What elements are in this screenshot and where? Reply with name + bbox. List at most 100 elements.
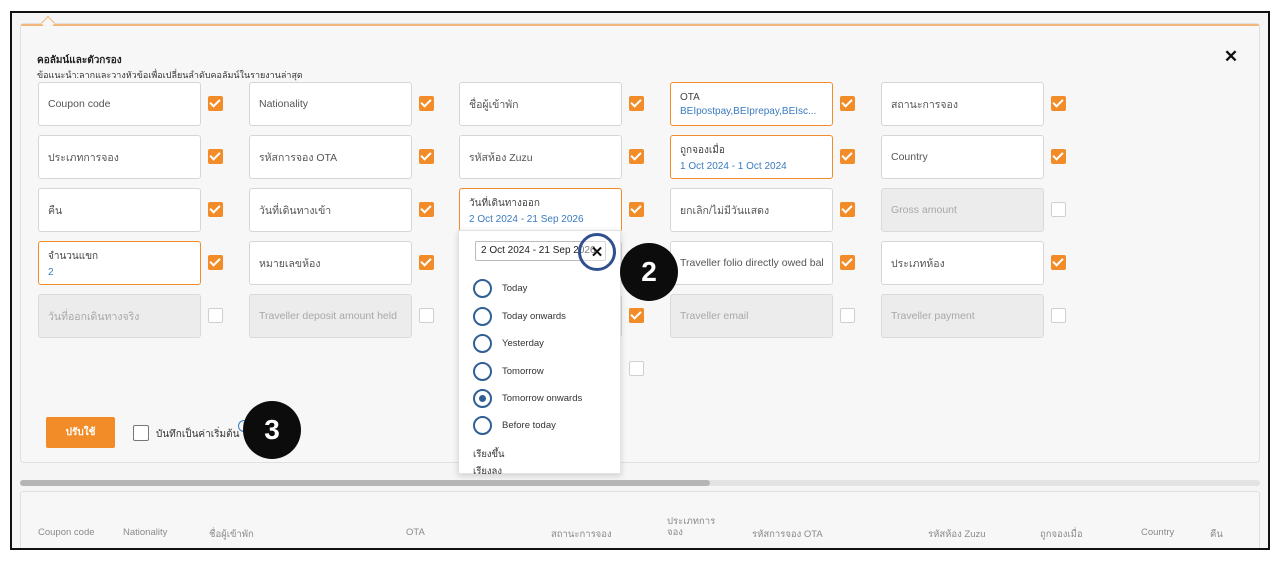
- radio-button[interactable]: [473, 333, 492, 353]
- date-option[interactable]: Today onwards: [473, 306, 566, 326]
- horizontal-scrollbar[interactable]: [20, 480, 1260, 486]
- table-column-header[interactable]: ประเภทการ จอง: [667, 516, 722, 538]
- column-checkbox[interactable]: [840, 96, 855, 111]
- column-field[interactable]: ชื่อผู้เข้าพัก: [459, 82, 622, 126]
- column-field[interactable]: Traveller payment: [881, 294, 1044, 338]
- panel-title: คอลัมน์และตัวกรอง: [37, 55, 122, 66]
- date-filter-dropdown: 2 Oct 2024 - 21 Sep 2026 ✕ Today Today on…: [458, 230, 621, 477]
- column-field-label: Traveller folio directly owed balance: [680, 257, 823, 269]
- column-checkbox[interactable]: [629, 202, 644, 217]
- column-field[interactable]: คืน: [38, 188, 201, 232]
- table-column-header[interactable]: ชื่อผู้เข้าพัก: [209, 527, 254, 542]
- table-column-header[interactable]: OTA: [406, 527, 425, 538]
- column-checkbox[interactable]: [1051, 96, 1066, 111]
- column-field-label: จำนวนแขก: [48, 250, 99, 262]
- radio-button[interactable]: [473, 415, 492, 435]
- column-field[interactable]: สถานะการจอง: [881, 82, 1044, 126]
- radio-button[interactable]: [473, 306, 492, 326]
- column-checkbox[interactable]: [629, 149, 644, 164]
- column-checkbox[interactable]: [208, 149, 223, 164]
- column-field[interactable]: ถูกจองเมื่อ 1 Oct 2024 - 1 Oct 2024: [670, 135, 833, 179]
- clear-icon[interactable]: ✕: [578, 233, 616, 271]
- column-field-label: Traveller deposit amount held: [259, 310, 397, 322]
- panel-accent-bar: [21, 24, 1259, 26]
- column-field-label: OTA: [680, 91, 700, 103]
- column-checkbox[interactable]: [419, 96, 434, 111]
- radio-button[interactable]: [473, 361, 492, 381]
- column-field-label: Nationality: [259, 98, 309, 110]
- date-option-label: Tomorrow onwards: [502, 392, 583, 404]
- table-column-header[interactable]: Country: [1141, 527, 1174, 538]
- column-checkbox[interactable]: [1051, 255, 1066, 270]
- column-field-label: วันที่เดินทางออก: [469, 197, 540, 209]
- column-field-label: Traveller email: [680, 310, 749, 322]
- column-field-label: วันที่ออกเดินทางจริง: [48, 310, 140, 323]
- column-field[interactable]: Traveller email: [670, 294, 833, 338]
- save-default-checkbox[interactable]: [133, 425, 149, 441]
- column-field[interactable]: Nationality: [249, 82, 412, 126]
- date-option[interactable]: Tomorrow onwards: [473, 388, 582, 408]
- date-option[interactable]: Tomorrow: [473, 361, 544, 381]
- table-column-header[interactable]: Nationality: [123, 527, 167, 538]
- column-field[interactable]: วันที่เดินทางเข้า: [249, 188, 412, 232]
- column-field[interactable]: Traveller deposit amount held: [249, 294, 412, 338]
- table-column-header[interactable]: ถูกจองเมื่อ: [1040, 527, 1083, 542]
- column-checkbox[interactable]: [208, 308, 223, 323]
- column-field-label: ถูกจองเมื่อ: [680, 144, 725, 156]
- column-checkbox[interactable]: [629, 96, 644, 111]
- table-column-header[interactable]: รหัสห้อง Zuzu: [928, 527, 986, 542]
- date-option[interactable]: Yesterday: [473, 333, 544, 353]
- apply-button[interactable]: ปรับใช้: [46, 417, 115, 448]
- column-field-label: รหัสการจอง OTA: [259, 151, 338, 164]
- radio-button[interactable]: [473, 278, 492, 298]
- date-option[interactable]: Today: [473, 278, 527, 298]
- sort-ascending[interactable]: เรียงขึ้น: [473, 447, 505, 462]
- column-field[interactable]: Country: [881, 135, 1044, 179]
- column-checkbox[interactable]: [840, 308, 855, 323]
- table-column-header[interactable]: สถานะการจอง: [551, 527, 612, 542]
- column-checkbox[interactable]: [208, 96, 223, 111]
- close-icon[interactable]: ✕: [1222, 48, 1240, 66]
- table-column-header[interactable]: Coupon code: [38, 527, 95, 538]
- column-field-label: ประเภทการจอง: [48, 151, 119, 164]
- column-field[interactable]: วันที่ออกเดินทางจริง: [38, 294, 201, 338]
- column-field[interactable]: Traveller folio directly owed balance: [670, 241, 833, 285]
- date-option-label: Yesterday: [502, 337, 544, 349]
- column-checkbox[interactable]: [840, 202, 855, 217]
- column-checkbox[interactable]: [1051, 202, 1066, 217]
- column-checkbox[interactable]: [840, 255, 855, 270]
- column-field[interactable]: ยกเลิก/ไม่มีวันแสดง: [670, 188, 833, 232]
- column-field-label: ยกเลิก/ไม่มีวันแสดง: [680, 204, 770, 217]
- column-field-label: รหัสห้อง Zuzu: [469, 151, 533, 164]
- column-checkbox[interactable]: [419, 202, 434, 217]
- radio-button[interactable]: [473, 388, 492, 408]
- date-option[interactable]: Before today: [473, 415, 556, 435]
- table-column-header[interactable]: รหัสการจอง OTA: [752, 527, 823, 542]
- column-checkbox[interactable]: [208, 255, 223, 270]
- table-column-header[interactable]: คืน: [1210, 527, 1223, 542]
- column-checkbox[interactable]: [1051, 149, 1066, 164]
- column-field[interactable]: Gross amount: [881, 188, 1044, 232]
- column-checkbox[interactable]: [419, 255, 434, 270]
- column-checkbox[interactable]: [1051, 308, 1066, 323]
- column-checkbox[interactable]: [629, 361, 644, 376]
- column-field-value: BEIpostpay,BEIprepay,BEIsc...: [680, 105, 817, 117]
- scrollbar-thumb[interactable]: [20, 480, 710, 486]
- column-field[interactable]: ประเภทห้อง: [881, 241, 1044, 285]
- column-checkbox[interactable]: [208, 202, 223, 217]
- column-field[interactable]: รหัสห้อง Zuzu: [459, 135, 622, 179]
- column-checkbox[interactable]: [419, 308, 434, 323]
- column-field[interactable]: Coupon code: [38, 82, 201, 126]
- column-field[interactable]: หมายเลขห้อง: [249, 241, 412, 285]
- column-field[interactable]: ประเภทการจอง: [38, 135, 201, 179]
- column-checkbox[interactable]: [629, 308, 644, 323]
- column-field[interactable]: จำนวนแขก 2: [38, 241, 201, 285]
- column-field[interactable]: วันที่เดินทางออก 2 Oct 2024 - 21 Sep 2026: [459, 188, 622, 232]
- column-field[interactable]: รหัสการจอง OTA: [249, 135, 412, 179]
- sort-descending[interactable]: เรียงลง: [473, 464, 502, 479]
- column-field[interactable]: OTA BEIpostpay,BEIprepay,BEIsc...: [670, 82, 833, 126]
- column-checkbox[interactable]: [840, 149, 855, 164]
- column-checkbox[interactable]: [419, 149, 434, 164]
- date-option-label: Tomorrow: [502, 365, 544, 377]
- column-field-value: 2 Oct 2024 - 21 Sep 2026: [469, 213, 584, 225]
